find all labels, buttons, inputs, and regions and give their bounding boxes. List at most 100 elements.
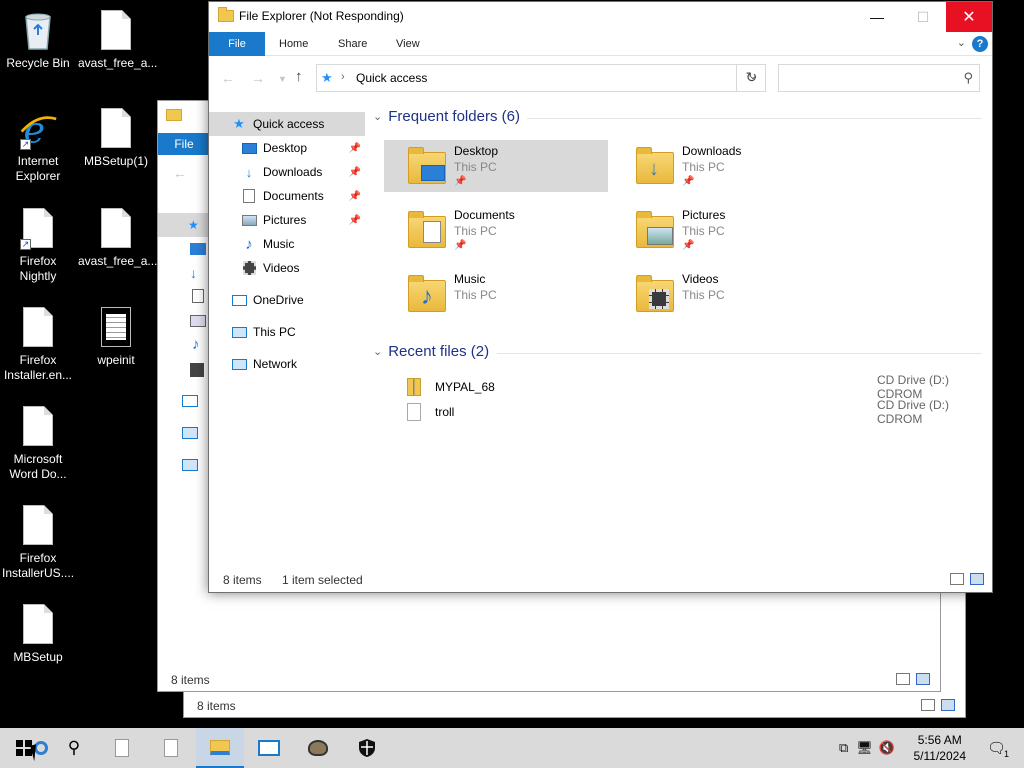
clock-time: 5:56 AM <box>917 733 962 747</box>
nav-item-desktop[interactable]: Desktop 📌 <box>209 136 365 160</box>
nav-item-documents[interactable]: Documents 📌 <box>209 184 365 208</box>
forward-arrow-icon[interactable]: → <box>251 70 265 86</box>
nav-item-downloads[interactable]: ↓ Downloads 📌 <box>209 160 365 184</box>
desktop-icon <box>241 141 257 155</box>
search-icon[interactable]: ⚲ <box>963 70 973 86</box>
folder-tile-music[interactable]: ♪ Music This PC <box>384 268 608 320</box>
up-arrow-icon[interactable]: ↑ <box>295 68 303 85</box>
desktop-icon-word-doc[interactable]: Microsoft Word Do... <box>0 404 76 482</box>
desktop-icon-avast-2[interactable]: avast_free_a... <box>78 206 157 269</box>
videos-icon <box>241 261 257 275</box>
pin-icon: 📌 <box>682 176 695 187</box>
collapse-chevron-icon[interactable]: ⌄ <box>373 110 382 123</box>
recent-files-header[interactable]: ⌄ Recent files (2) <box>373 343 489 360</box>
tiles-view-icon[interactable] <box>916 673 930 685</box>
pin-icon: 📌 <box>454 176 467 187</box>
nav-item-label: OneDrive <box>253 293 304 307</box>
clock[interactable]: 5:56 AM 5/11/2024 <box>914 732 967 764</box>
taskbar-file-icon[interactable] <box>98 728 146 768</box>
desktop-icon-firefox-installer-en[interactable]: Firefox Installer.en... <box>0 305 76 383</box>
recent-locations-chevron-icon[interactable]: ▼ <box>278 74 287 84</box>
group-title: Frequent folders (6) <box>388 108 520 125</box>
search-icon[interactable]: ⚲ <box>50 728 98 768</box>
taskbar-file-icon[interactable] <box>147 728 195 768</box>
nav-item-network[interactable]: Network <box>209 352 365 376</box>
folder-tile-downloads[interactable]: ↓ Downloads This PC 📌 <box>612 140 836 192</box>
nav-item-quick-access[interactable]: ★ Quick access <box>209 112 365 136</box>
taskbar-raccoon-app-icon[interactable] <box>294 728 342 768</box>
refresh-icon[interactable]: ↻ <box>736 64 766 92</box>
file-explorer-window[interactable]: File Explorer (Not Responding) — ☐ ✕ Fil… <box>208 1 993 593</box>
folder-location: This PC <box>454 288 497 302</box>
blank-file-icon <box>407 403 421 421</box>
folder-tile-videos[interactable]: Videos This PC <box>612 268 836 320</box>
download-icon: ↓ <box>190 265 197 281</box>
desktop-icon-internet-explorer[interactable]: e ↗ Internet Explorer <box>0 106 76 184</box>
desktop-icon-avast-1[interactable]: avast_free_a... <box>78 8 157 71</box>
folder-location: This PC <box>682 288 725 302</box>
frequent-folders-header[interactable]: ⌄ Frequent folders (6) <box>373 108 520 125</box>
nav-item-label: Pictures <box>263 213 307 227</box>
folder-tile-desktop[interactable]: Desktop This PC 📌 <box>384 140 608 192</box>
text-file-icon <box>96 305 136 349</box>
taskbar-app-icon[interactable] <box>245 728 293 768</box>
search-input[interactable]: ⚲ <box>778 64 980 92</box>
pin-icon[interactable]: 📌 <box>349 215 361 226</box>
title-bar[interactable]: File Explorer (Not Responding) — ☐ ✕ <box>209 2 992 32</box>
desktop-icon-mbsetup-1[interactable]: MBSetup(1) <box>78 106 154 169</box>
pin-icon[interactable]: 📌 <box>349 143 361 154</box>
desktop-icon-firefox-nightly[interactable]: ↗ Firefox Nightly <box>0 206 76 284</box>
breadcrumb-quick-access[interactable]: Quick access <box>356 71 427 85</box>
tablet-icon[interactable]: ⧉ <box>839 740 848 756</box>
desktop-icon-wpeinit[interactable]: wpeinit <box>78 305 154 368</box>
back-arrow-icon[interactable]: ← <box>173 165 187 181</box>
taskbar-shield-icon[interactable] <box>343 728 391 768</box>
tab-home[interactable]: Home <box>279 32 308 56</box>
pin-icon[interactable]: 📌 <box>349 191 361 202</box>
collapse-chevron-icon[interactable]: ⌄ <box>373 345 382 358</box>
desktop-icon-recycle-bin[interactable]: Recycle Bin <box>0 8 76 71</box>
music-icon: ♪ <box>245 235 253 253</box>
folder-location: This PC <box>682 160 725 174</box>
expand-ribbon-chevron-icon[interactable]: ⌄ <box>957 36 966 49</box>
desktop-icon-mbsetup[interactable]: MBSetup <box>0 602 76 665</box>
star-icon: ★ <box>233 116 245 131</box>
desktop-icon-label: Internet Explorer <box>15 154 61 183</box>
details-view-icon[interactable] <box>950 573 964 585</box>
help-icon[interactable]: ? <box>972 36 988 52</box>
folder-tile-pictures[interactable]: Pictures This PC 📌 <box>612 204 836 256</box>
recent-file-row[interactable]: MYPAL_68 CD Drive (D:) CDROM <box>407 373 992 401</box>
tab-file[interactable]: File <box>209 32 265 56</box>
back-arrow-icon[interactable]: ← <box>221 70 235 86</box>
network-tray-icon[interactable]: 🖥 <box>856 740 873 756</box>
tab-view[interactable]: View <box>396 32 420 56</box>
tab-share[interactable]: Share <box>338 32 367 56</box>
tiles-view-icon[interactable] <box>970 573 984 585</box>
recent-file-row[interactable]: troll CD Drive (D:) CDROM <box>407 398 992 426</box>
pin-icon: 📌 <box>682 240 695 251</box>
pin-icon[interactable]: 📌 <box>349 167 361 178</box>
nav-item-label: Documents <box>263 189 324 203</box>
nav-item-this-pc[interactable]: This PC <box>209 320 365 344</box>
taskbar-file-explorer-icon[interactable] <box>196 728 244 768</box>
nav-item-onedrive[interactable]: OneDrive <box>209 288 365 312</box>
close-button[interactable]: ✕ <box>946 2 992 32</box>
folder-tile-documents[interactable]: Documents This PC 📌 <box>384 204 608 256</box>
details-view-icon[interactable] <box>896 673 910 685</box>
nav-item-music[interactable]: ♪ Music <box>209 232 365 256</box>
star-icon: ★ <box>321 70 333 85</box>
status-item-count: 8 items <box>197 699 236 713</box>
desktop-icon-firefox-installer-us[interactable]: Firefox InstallerUS.... <box>0 503 76 581</box>
breadcrumb-separator-icon[interactable]: › <box>341 71 345 83</box>
notifications-icon[interactable]: 🗨 1 <box>987 739 1009 759</box>
nav-item-videos[interactable]: Videos <box>209 256 365 280</box>
minimize-button[interactable]: — <box>854 2 900 32</box>
volume-muted-icon[interactable]: 🔇 <box>879 740 895 756</box>
address-bar[interactable]: ★ › Quick access ⌄ <box>316 64 766 92</box>
maximize-button[interactable]: ☐ <box>900 2 946 32</box>
folder-icon <box>218 7 234 22</box>
tiles-view-icon[interactable] <box>941 699 955 711</box>
details-view-icon[interactable] <box>921 699 935 711</box>
nav-item-pictures[interactable]: Pictures 📌 <box>209 208 365 232</box>
file-tab[interactable]: File <box>158 133 210 155</box>
